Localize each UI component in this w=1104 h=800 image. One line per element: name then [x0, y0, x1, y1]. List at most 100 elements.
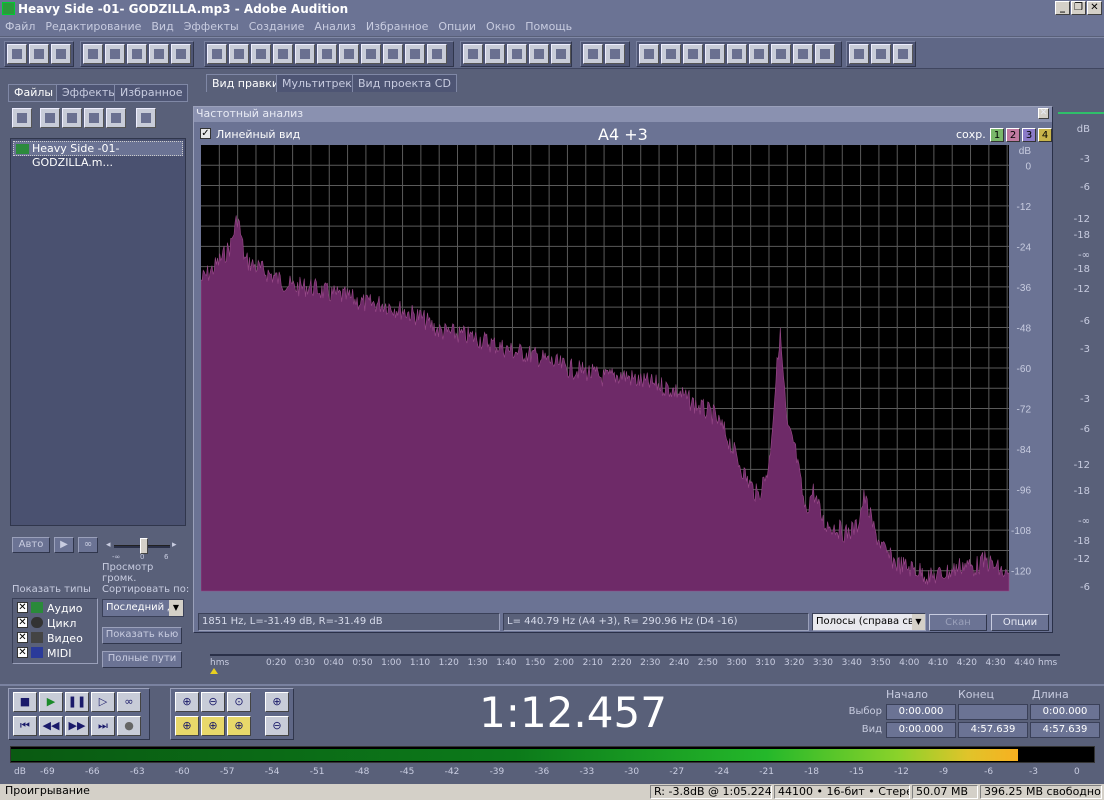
- tab-favorites[interactable]: Избранное: [114, 84, 189, 101]
- cd-view-icon[interactable]: [51, 44, 71, 64]
- edit-view-icon[interactable]: [7, 44, 27, 64]
- zoom-out-icon[interactable]: ⊖: [201, 692, 225, 712]
- menu-options[interactable]: Опции: [433, 18, 481, 36]
- save-slot-1-button[interactable]: 1: [990, 128, 1004, 142]
- go-to-start-button[interactable]: ⏮: [13, 716, 37, 736]
- loop-button[interactable]: ∞: [117, 692, 141, 712]
- menu-view[interactable]: Вид: [146, 18, 178, 36]
- media-browser-icon[interactable]: [815, 44, 835, 64]
- spectrum-plot[interactable]: Hz10002000300040005000600070008000900010…: [201, 145, 1035, 595]
- save-all-icon[interactable]: [149, 44, 169, 64]
- chevron-down-icon[interactable]: ▼: [169, 600, 183, 616]
- bands-select[interactable]: Полосы (справа све ▼: [812, 613, 926, 631]
- menu-effects[interactable]: Эффекты: [179, 18, 244, 36]
- save-slot-3-button[interactable]: 3: [1022, 128, 1036, 142]
- redo-icon[interactable]: [229, 44, 249, 64]
- selection-length-field[interactable]: 0:00.000: [1030, 704, 1100, 720]
- selection-start-field[interactable]: 0:00.000: [886, 704, 956, 720]
- slider-thumb[interactable]: [140, 538, 148, 554]
- new-file-icon[interactable]: [83, 44, 103, 64]
- zoom-full-icon[interactable]: ⊙: [227, 692, 251, 712]
- tab-multitrack[interactable]: Мультитрек: [276, 74, 358, 92]
- paste-new-icon[interactable]: [361, 44, 381, 64]
- view-length-field[interactable]: 4:57.639: [1030, 722, 1100, 738]
- menu-help[interactable]: Помощь: [520, 18, 577, 36]
- close-button[interactable]: ✕: [1087, 1, 1102, 15]
- zoom-out-vertical-icon[interactable]: ⊖: [265, 716, 289, 736]
- options-icon[interactable]: [136, 108, 156, 128]
- waveform-view-icon[interactable]: [485, 44, 505, 64]
- scan-button[interactable]: Скан: [929, 614, 987, 631]
- checkbox-audio[interactable]: ✕: [17, 602, 28, 613]
- record-button[interactable]: ●: [117, 716, 141, 736]
- selection-window-icon[interactable]: [771, 44, 791, 64]
- menu-edit[interactable]: Редактирование: [40, 18, 146, 36]
- linear-view-checkbox[interactable]: ✓: [200, 128, 211, 139]
- list-item[interactable]: Heavy Side -01- GODZILLA.m...: [13, 141, 183, 169]
- view-start-field[interactable]: 0:00.000: [886, 722, 956, 738]
- play-to-end-button[interactable]: ▷: [91, 692, 115, 712]
- loop-icon[interactable]: [427, 44, 447, 64]
- zoom-in-icon[interactable]: ⊕: [175, 692, 199, 712]
- help-icon[interactable]: [893, 44, 913, 64]
- tab-cd-project[interactable]: Вид проекта CD: [352, 74, 457, 92]
- selection-end-field[interactable]: [958, 704, 1028, 720]
- repeat-icon[interactable]: [251, 44, 271, 64]
- save-slot-4-button[interactable]: 4: [1038, 128, 1052, 142]
- trim-icon[interactable]: [405, 44, 425, 64]
- zoom-right-icon[interactable]: ⊕: [201, 716, 225, 736]
- menu-window[interactable]: Окно: [481, 18, 520, 36]
- fast-forward-button[interactable]: ▶▶: [65, 716, 89, 736]
- marquee-tool-icon[interactable]: [605, 44, 625, 64]
- loop-preview-button[interactable]: ∞: [78, 537, 98, 553]
- pause-button[interactable]: ❚❚: [65, 692, 89, 712]
- play-button[interactable]: ▶: [39, 692, 63, 712]
- spectral-phase-icon[interactable]: [529, 44, 549, 64]
- stop-button[interactable]: ■: [13, 692, 37, 712]
- start-marker-icon[interactable]: [210, 668, 218, 674]
- zoom-selection-icon[interactable]: ⊕: [227, 716, 251, 736]
- menu-generate[interactable]: Создание: [244, 18, 310, 36]
- import-icon[interactable]: [171, 44, 191, 64]
- chevron-down-icon[interactable]: ▼: [912, 614, 925, 630]
- cut-icon[interactable]: [317, 44, 337, 64]
- open-file-icon[interactable]: [12, 108, 32, 128]
- save-icon[interactable]: [127, 44, 147, 64]
- time-selection-tool-icon[interactable]: [583, 44, 603, 64]
- transport-window-icon[interactable]: [639, 44, 659, 64]
- save-slot-2-button[interactable]: 2: [1006, 128, 1020, 142]
- counter-icon[interactable]: [749, 44, 769, 64]
- copy-new-icon[interactable]: [273, 44, 293, 64]
- close-file-icon[interactable]: [84, 108, 104, 128]
- tools-icon[interactable]: [871, 44, 891, 64]
- view-end-field[interactable]: 4:57.639: [958, 722, 1028, 738]
- paste-icon[interactable]: [339, 44, 359, 64]
- time-window-icon[interactable]: [661, 44, 681, 64]
- options-button[interactable]: Опции: [991, 614, 1049, 631]
- zoom-full-icon[interactable]: [727, 44, 747, 64]
- tab-edit-view[interactable]: Вид правки: [206, 74, 285, 92]
- rewind-button[interactable]: ◀◀: [39, 716, 63, 736]
- sort-select[interactable]: Последний д ▼: [102, 599, 184, 617]
- multitrack-view-icon[interactable]: [29, 44, 49, 64]
- checkbox-video[interactable]: ✕: [17, 632, 28, 643]
- mix-paste-icon[interactable]: [383, 44, 403, 64]
- undo-icon[interactable]: [207, 44, 227, 64]
- menu-favorites[interactable]: Избранное: [361, 18, 433, 36]
- zoom-in-vertical-icon[interactable]: ⊕: [265, 692, 289, 712]
- spectral-view-icon[interactable]: [463, 44, 483, 64]
- insert-multitrack-icon[interactable]: [106, 108, 126, 128]
- pitch-display-icon[interactable]: [551, 44, 571, 64]
- zoom-left-icon[interactable]: ⊕: [175, 716, 199, 736]
- auto-play-button[interactable]: Авто: [12, 537, 50, 553]
- show-queue-button[interactable]: Показать кью: [102, 627, 182, 644]
- menu-analyze[interactable]: Анализ: [309, 18, 361, 36]
- import-list-icon[interactable]: [62, 108, 82, 128]
- open-folder-icon[interactable]: [40, 108, 60, 128]
- copy-icon[interactable]: [295, 44, 315, 64]
- spectral-pan-icon[interactable]: [507, 44, 527, 64]
- play-window-icon[interactable]: [705, 44, 725, 64]
- menu-file[interactable]: Файл: [0, 18, 40, 36]
- checkbox-loop[interactable]: ✕: [17, 617, 28, 628]
- close-icon[interactable]: ✕: [1038, 108, 1049, 119]
